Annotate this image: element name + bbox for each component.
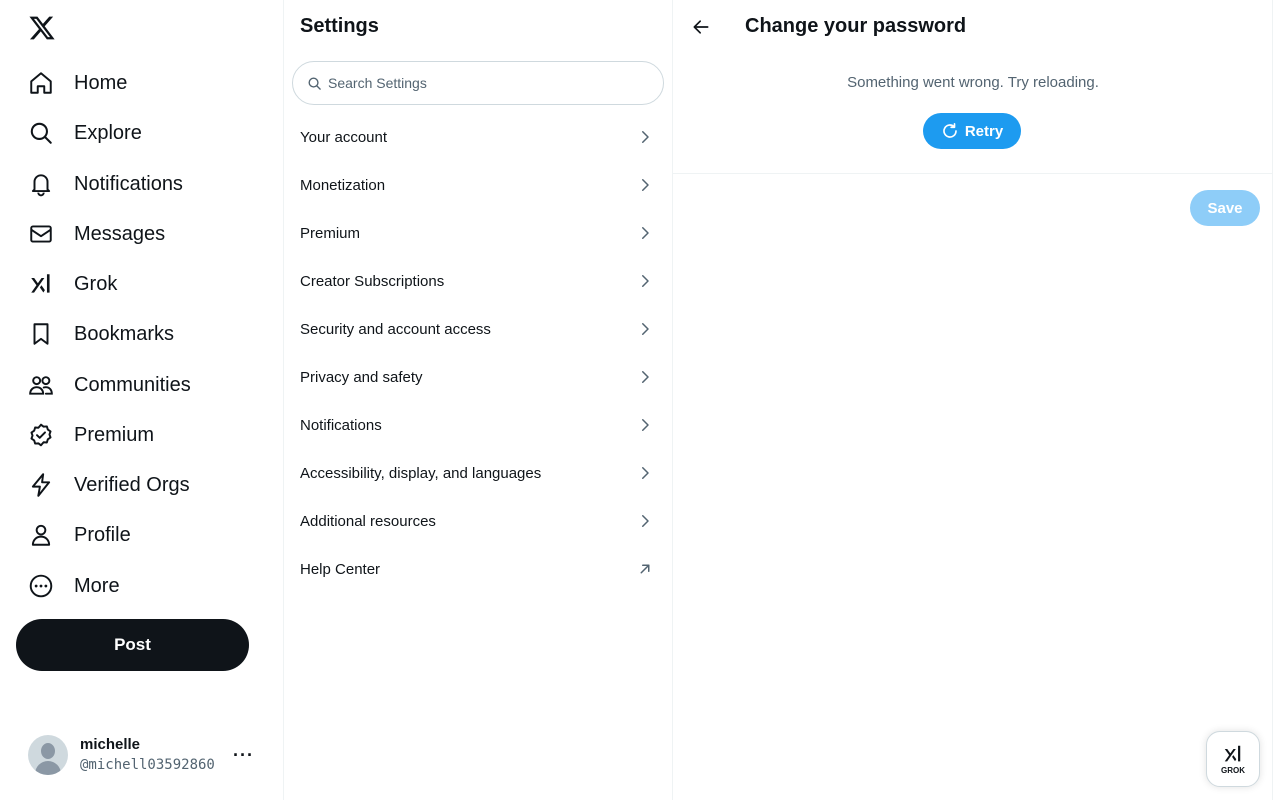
nav-explore[interactable]: Explore [16,111,154,155]
chevron-right-icon [642,467,649,479]
person-icon [28,522,54,548]
chevron-right-icon [642,275,649,287]
envelope-icon [28,221,54,247]
save-button[interactable]: Save [1190,190,1260,226]
account-name: michelle [80,736,141,753]
settings-item-creator-subscriptions[interactable]: Creator Subscriptions [284,257,672,305]
nav-more[interactable]: More [16,564,132,608]
nav-home[interactable]: Home [16,61,139,105]
nav-bookmarks[interactable]: Bookmarks [16,312,186,356]
settings-item-label: Creator Subscriptions [300,272,445,290]
settings-item-your-account[interactable]: Your account [284,113,672,161]
more-circle-icon [28,573,54,599]
settings-item-security[interactable]: Security and account access [284,305,672,353]
error-message: Something went wrong. Try reloading. [847,74,1099,91]
nav-messages-label: Messages [74,222,166,245]
settings-item-privacy[interactable]: Privacy and safety [284,353,672,401]
nav-home-label: Home [74,71,128,94]
chevron-right-icon [642,131,649,143]
search-icon [28,120,54,146]
nav-profile-label: Profile [74,523,131,546]
settings-item-label: Help Center [300,560,381,578]
verified-badge-icon [28,422,54,448]
settings-item-accessibility[interactable]: Accessibility, display, and languages [284,449,672,497]
settings-item-label: Additional resources [300,512,436,530]
account-handle: @michell03592860 [80,757,215,773]
arrow-left-icon [693,20,709,34]
grok-fab-button[interactable]: GROK [1206,731,1260,787]
left-nav: Home Explore Notifications Messages Grok [0,0,284,800]
x-logo-icon[interactable] [28,14,56,42]
settings-item-label: Monetization [300,176,386,194]
nav-communities-label: Communities [74,373,191,396]
chevron-right-icon [642,419,649,431]
nav-notifications[interactable]: Notifications [16,162,195,206]
chevron-right-icon [642,515,649,527]
nav-messages[interactable]: Messages [16,212,177,256]
settings-title: Settings [300,15,379,37]
chevron-right-icon [642,227,649,239]
grok-fab-label: GROK [1221,766,1245,775]
nav-bookmarks-label: Bookmarks [74,322,175,345]
settings-item-monetization[interactable]: Monetization [284,161,672,209]
settings-item-label: Notifications [300,416,382,434]
external-link-icon [640,564,650,574]
grok-icon [1222,743,1244,765]
retry-label: Retry [964,122,1004,140]
nav-grok[interactable]: Grok [16,262,129,306]
account-info: michelle @michell03592860 [80,735,233,775]
nav-grok-label: Grok [74,272,118,295]
nav-profile[interactable]: Profile [16,513,143,557]
nav-verified-orgs-label: Verified Orgs [74,473,190,496]
bookmark-icon [28,321,54,347]
settings-item-label: Your account [300,128,388,146]
nav-premium[interactable]: Premium [16,413,166,457]
avatar [28,735,68,775]
settings-item-label: Accessibility, display, and languages [300,464,542,482]
app-root: Home Explore Notifications Messages Grok [0,0,1280,800]
settings-item-additional-resources[interactable]: Additional resources [284,497,672,545]
settings-search[interactable] [292,61,664,105]
chevron-right-icon [642,371,649,383]
retry-button[interactable]: Retry [923,113,1021,149]
main-column: Change your password Something went wron… [673,0,1273,800]
settings-item-premium[interactable]: Premium [284,209,672,257]
divider [673,173,1273,174]
account-more-icon[interactable]: ··· [233,745,254,766]
account-switcher[interactable]: michelle @michell03592860 ··· [16,725,272,785]
settings-item-notifications[interactable]: Notifications [284,401,672,449]
back-button[interactable] [683,9,719,45]
people-icon [28,372,54,398]
chevron-right-icon [642,179,649,191]
search-icon [307,76,322,91]
nav-more-label: More [74,574,120,597]
settings-item-label: Privacy and safety [300,368,423,386]
nav-explore-label: Explore [74,121,142,144]
page-title: Change your password [745,15,967,37]
chevron-right-icon [642,323,649,335]
settings-item-help-center[interactable]: Help Center [284,545,672,593]
refresh-icon [941,122,959,140]
nav-premium-label: Premium [74,423,155,446]
bell-icon [28,171,54,197]
settings-list: Your account Monetization Premium Creato… [284,113,672,593]
settings-column: Settings Your account Monetization Premi… [284,0,673,800]
nav-notifications-label: Notifications [74,172,183,195]
post-button[interactable]: Post [16,619,249,671]
nav-communities[interactable]: Communities [16,363,203,407]
lightning-icon [28,472,54,498]
settings-item-label: Security and account access [300,320,491,338]
settings-search-input[interactable] [328,75,648,91]
home-icon [28,70,54,96]
settings-item-label: Premium [300,224,361,242]
nav-verified-orgs[interactable]: Verified Orgs [16,463,202,507]
grok-icon [28,271,54,297]
